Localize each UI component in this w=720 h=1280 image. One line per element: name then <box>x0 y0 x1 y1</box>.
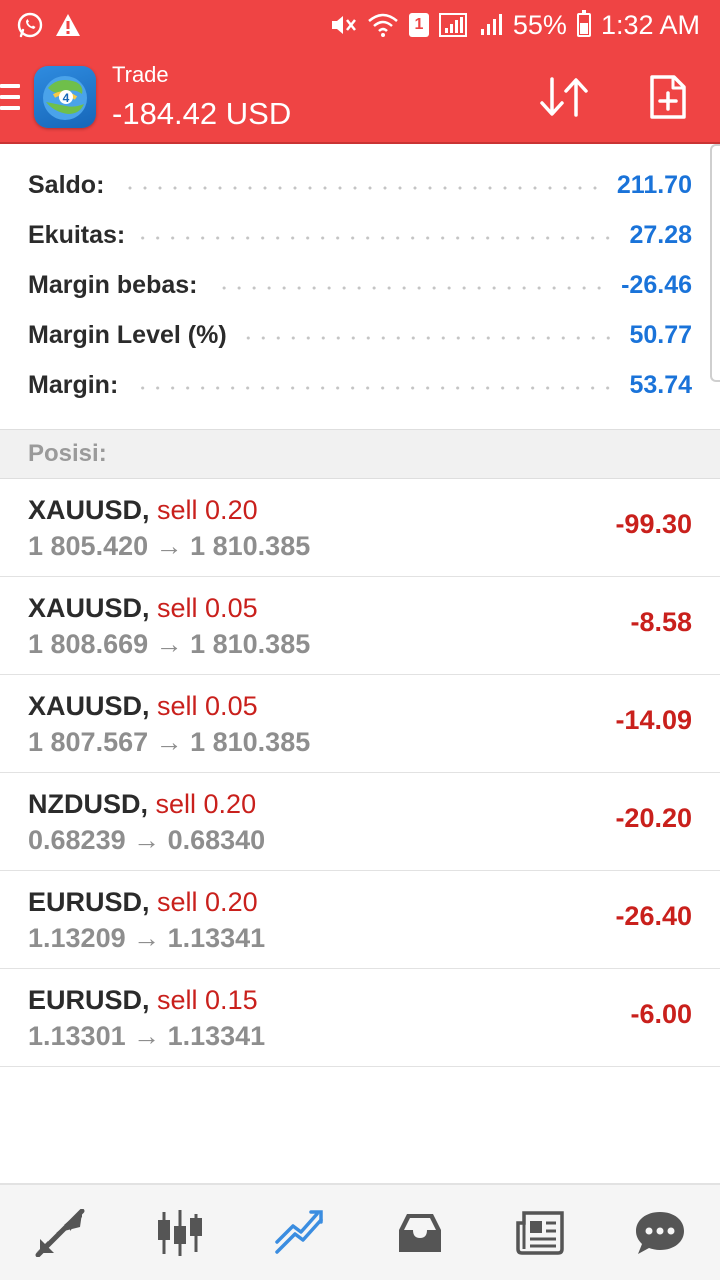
whatsapp-icon <box>16 11 44 39</box>
app-header: 4 Trade -184.42 USD <box>0 50 720 144</box>
menu-icon[interactable] <box>0 84 20 110</box>
add-document-icon <box>650 75 686 119</box>
position-type: sell 0.15 <box>157 985 258 1015</box>
summary-value: 53.74 <box>629 370 692 399</box>
battery-percent: 55% <box>512 9 567 40</box>
position-profit: -20.20 <box>615 803 692 833</box>
position-type: sell 0.20 <box>157 887 258 917</box>
mute-icon <box>329 12 357 38</box>
summary-row-equity: Ekuitas: 27.28 <box>0 210 720 260</box>
summary-value: 27.28 <box>629 220 692 249</box>
position-row[interactable]: XAUUSD, sell 0.20 1 805.420 → 1 810.385 … <box>0 479 720 577</box>
position-symbol: XAUUSD, <box>28 495 150 525</box>
summary-value: 211.70 <box>616 170 692 199</box>
dotted-leader <box>139 236 616 240</box>
position-row[interactable]: NZDUSD, sell 0.20 0.68239 → 0.68340 -20.… <box>0 773 720 871</box>
summary-label: Ekuitas: <box>28 220 126 249</box>
position-symbol: EURUSD, <box>28 985 150 1015</box>
clock: 1:32 AM <box>600 9 700 40</box>
position-prices: 1 807.567 → 1 810.385 <box>28 727 311 757</box>
nav-history[interactable] <box>360 1185 480 1280</box>
header-title: Trade <box>112 62 169 87</box>
nav-chart[interactable] <box>120 1185 240 1280</box>
news-icon <box>516 1210 564 1255</box>
position-prices: 1.13301 → 1.13341 <box>28 1021 266 1051</box>
position-prices: 1 805.420 → 1 810.385 <box>28 531 311 561</box>
position-profit: -99.30 <box>615 509 692 539</box>
history-inbox-icon <box>399 1213 441 1252</box>
dotted-leader <box>132 386 616 390</box>
nav-news[interactable] <box>480 1185 600 1280</box>
position-symbol: NZDUSD, <box>28 789 148 819</box>
metatrader-logo-icon[interactable]: 4 <box>34 66 96 128</box>
summary-value: 50.77 <box>629 320 692 349</box>
summary-row-free-margin: Margin bebas: -26.46 <box>0 260 720 310</box>
position-symbol: EURUSD, <box>28 887 150 917</box>
svg-text:4: 4 <box>63 91 70 105</box>
summary-row-margin-level: Margin Level (%) 50.77 <box>0 310 720 360</box>
trade-trend-icon <box>275 1209 323 1254</box>
position-symbol: XAUUSD, <box>28 593 150 623</box>
signal-bars-icon <box>479 12 503 38</box>
quotes-arrows-icon <box>35 1208 85 1257</box>
account-summary: Saldo: 211.70 Ekuitas: 27.28 Margin beba… <box>0 160 720 410</box>
messages-chat-icon <box>636 1211 684 1254</box>
position-profit: -14.09 <box>615 705 692 735</box>
position-row[interactable]: XAUUSD, sell 0.05 1 807.567 → 1 810.385 … <box>0 675 720 773</box>
position-type: sell 0.20 <box>155 789 257 819</box>
sim-slot-icon: 1 <box>408 13 429 37</box>
battery-icon <box>576 10 591 37</box>
positions-list: XAUUSD, sell 0.20 1 805.420 → 1 810.385 … <box>0 479 720 1067</box>
summary-label: Saldo: <box>28 170 105 199</box>
position-row[interactable]: EURUSD, sell 0.20 1.13209 → 1.13341 -26.… <box>0 871 720 969</box>
position-row[interactable]: XAUUSD, sell 0.05 1 808.669 → 1 810.385 … <box>0 577 720 675</box>
account-profit: -184.42 USD <box>112 96 292 131</box>
nav-quotes[interactable] <box>0 1185 120 1280</box>
positions-title: Posisi: <box>28 440 107 467</box>
summary-label: Margin bebas: <box>28 270 198 299</box>
position-profit: -26.40 <box>615 901 692 931</box>
summary-value: -26.46 <box>621 270 692 299</box>
status-bar: 1 55% 1:32 AM <box>0 0 720 50</box>
dotted-leader <box>211 286 608 290</box>
signal-icon <box>438 12 469 38</box>
dotted-leader <box>240 336 616 340</box>
position-prices: 1 808.669 → 1 810.385 <box>28 629 311 659</box>
dotted-leader <box>118 186 603 190</box>
position-type: sell 0.05 <box>157 691 258 721</box>
bottom-navigation <box>0 1183 720 1280</box>
position-profit: -8.58 <box>630 607 692 637</box>
warning-icon <box>54 12 82 38</box>
position-row[interactable]: EURUSD, sell 0.15 1.13301 → 1.13341 -6.0… <box>0 969 720 1067</box>
position-prices: 1.13209 → 1.13341 <box>28 923 266 953</box>
nav-trade[interactable] <box>240 1185 360 1280</box>
wifi-icon <box>367 12 399 38</box>
positions-section-header: Posisi: <box>0 429 720 479</box>
position-profit: -6.00 <box>630 999 692 1029</box>
position-prices: 0.68239 → 0.68340 <box>28 825 266 855</box>
nav-messages[interactable] <box>600 1185 720 1280</box>
sort-arrows-icon <box>540 77 588 117</box>
new-order-button[interactable] <box>640 72 696 122</box>
position-type: sell 0.05 <box>157 593 258 623</box>
candlestick-chart-icon <box>158 1209 202 1256</box>
summary-row-margin: Margin: 53.74 <box>0 360 720 410</box>
sort-button[interactable] <box>536 72 592 122</box>
summary-label: Margin Level (%) <box>28 320 227 349</box>
position-symbol: XAUUSD, <box>28 691 150 721</box>
position-type: sell 0.20 <box>157 495 258 525</box>
summary-row-balance: Saldo: 211.70 <box>0 160 720 210</box>
summary-label: Margin: <box>28 370 119 399</box>
